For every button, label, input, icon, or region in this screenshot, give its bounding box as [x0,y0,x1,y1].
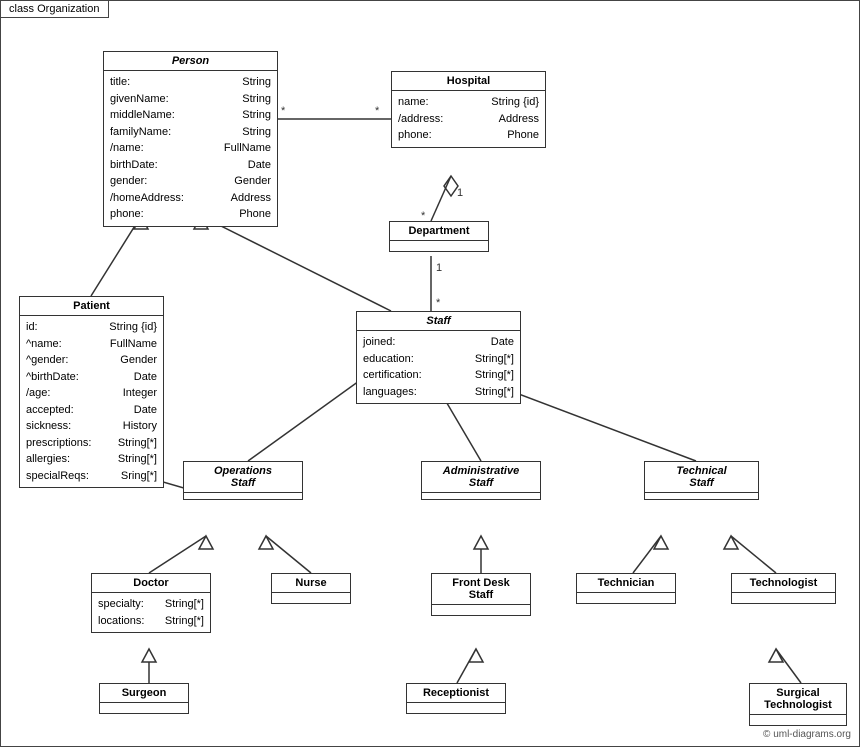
staff-body: joined:Date education:String[*] certific… [357,331,520,403]
copyright-text: © uml-diagrams.org [763,729,851,740]
technologist-body [732,593,835,603]
technologist-class: Technologist [731,573,836,604]
surgeon-class: Surgeon [99,683,189,714]
front-desk-staff-body [432,605,530,615]
svg-text:*: * [281,105,286,117]
technician-title: Technician [577,574,675,593]
patient-title: Patient [20,297,163,316]
svg-text:*: * [436,297,441,309]
hospital-class: Hospital name:String {id} /address:Addre… [391,71,546,148]
technical-staff-title: TechnicalStaff [645,462,758,493]
svg-text:1: 1 [457,187,463,199]
nurse-title: Nurse [272,574,350,593]
administrative-staff-class: AdministrativeStaff [421,461,541,500]
staff-class: Staff joined:Date education:String[*] ce… [356,311,521,404]
department-title: Department [390,222,488,241]
receptionist-class: Receptionist [406,683,506,714]
doctor-class: Doctor specialty:String[*] locations:Str… [91,573,211,633]
administrative-staff-title: AdministrativeStaff [422,462,540,493]
surgical-technologist-class: SurgicalTechnologist [749,683,847,726]
surgeon-body [100,703,188,713]
receptionist-title: Receptionist [407,684,505,703]
technician-body [577,593,675,603]
nurse-class: Nurse [271,573,351,604]
hospital-title: Hospital [392,72,545,91]
surgeon-title: Surgeon [100,684,188,703]
person-title: Person [104,52,277,71]
surgical-technologist-title: SurgicalTechnologist [750,684,846,715]
diagram-title: class Organization [1,1,109,18]
front-desk-staff-class: Front DeskStaff [431,573,531,616]
nurse-body [272,593,350,603]
patient-body: id:String {id} ^name:FullName ^gender:Ge… [20,316,163,487]
hospital-body: name:String {id} /address:Address phone:… [392,91,545,147]
svg-text:*: * [375,105,380,117]
diagram-container: class Organization * * 1 * 1 * * * [0,0,860,747]
operations-staff-class: OperationsStaff [183,461,303,500]
department-class: Department [389,221,489,252]
operations-staff-title: OperationsStaff [184,462,302,493]
administrative-staff-body [422,493,540,499]
technical-staff-class: TechnicalStaff [644,461,759,500]
svg-text:1: 1 [436,262,442,274]
surgical-technologist-body [750,715,846,725]
technician-class: Technician [576,573,676,604]
doctor-body: specialty:String[*] locations:String[*] [92,593,210,632]
person-class: Person title:String givenName:String mid… [103,51,278,227]
staff-title: Staff [357,312,520,331]
operations-staff-body [184,493,302,499]
doctor-title: Doctor [92,574,210,593]
front-desk-staff-title: Front DeskStaff [432,574,530,605]
patient-class: Patient id:String {id} ^name:FullName ^g… [19,296,164,488]
receptionist-body [407,703,505,713]
department-body [390,241,488,251]
person-body: title:String givenName:String middleName… [104,71,277,226]
technologist-title: Technologist [732,574,835,593]
technical-staff-body [645,493,758,499]
